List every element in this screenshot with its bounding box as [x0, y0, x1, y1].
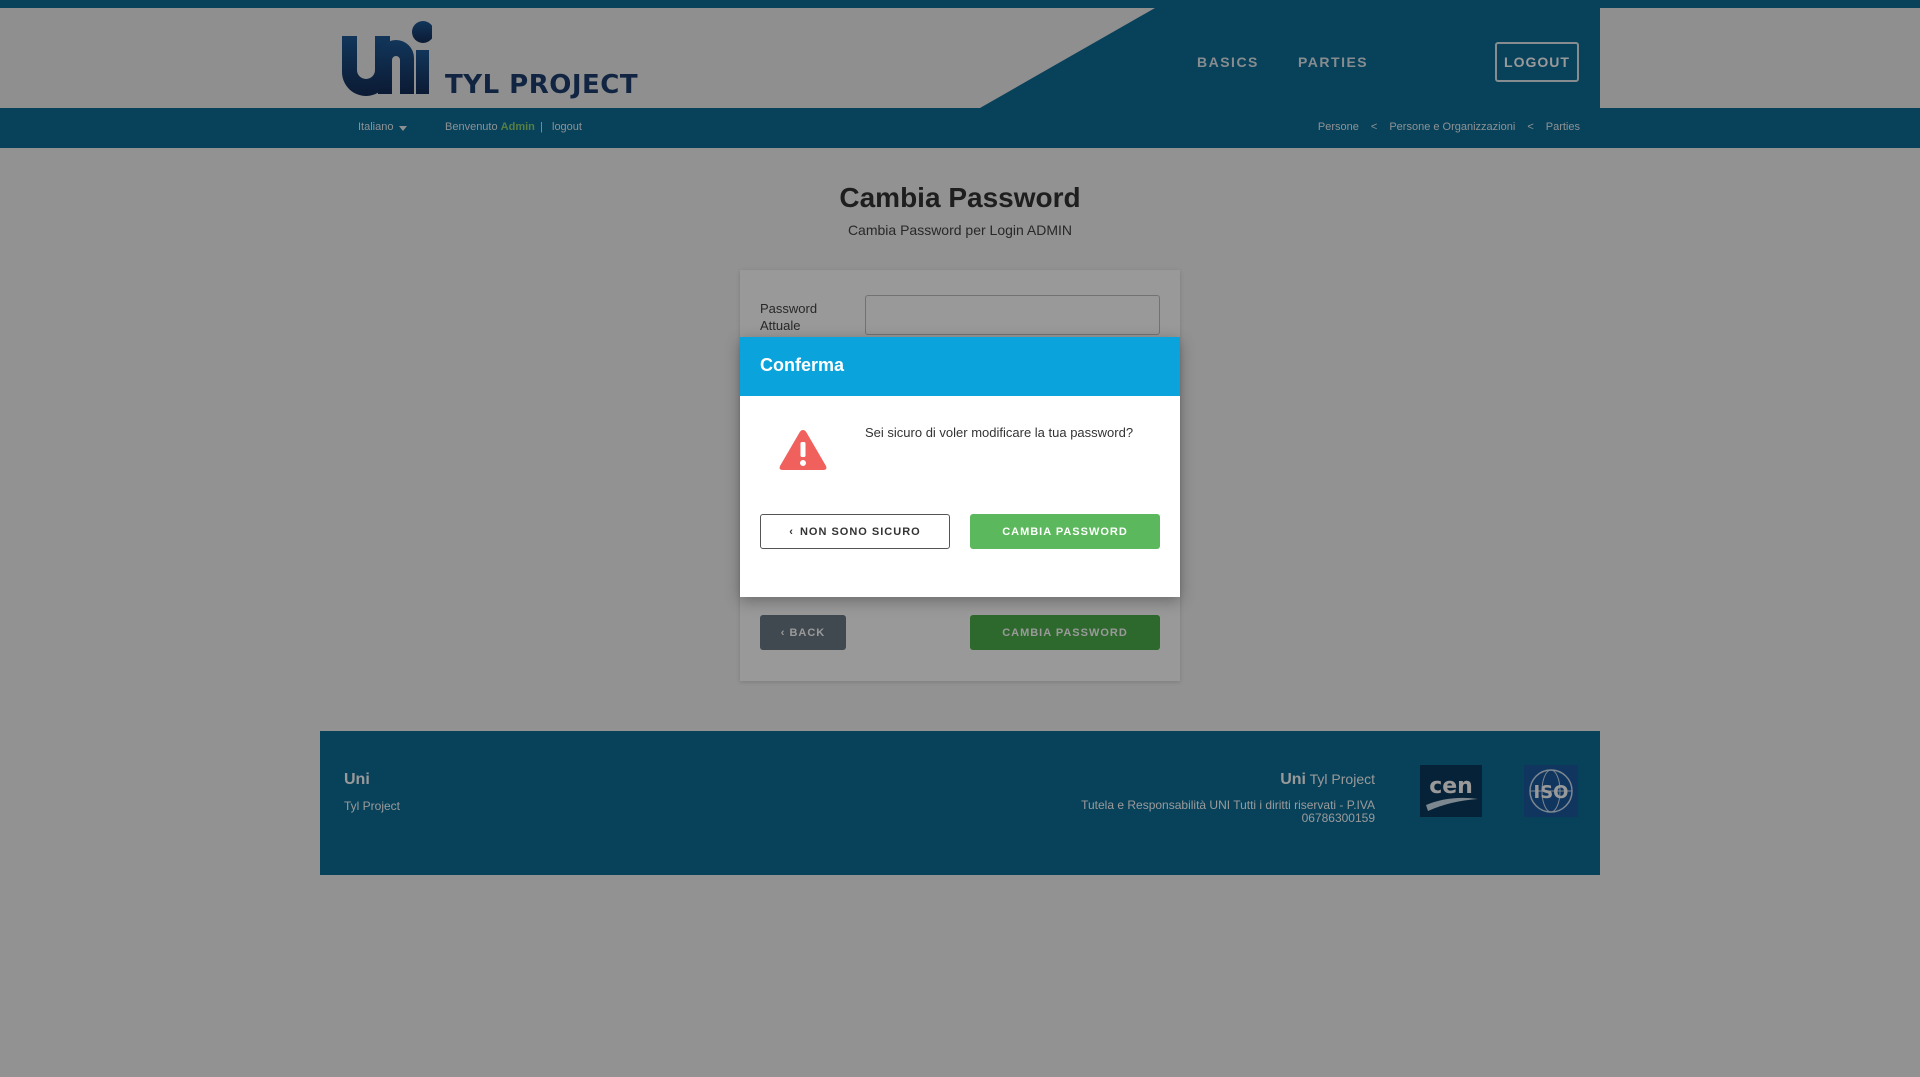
confirm-change-password-button[interactable]: CAMBIA PASSWORD — [970, 514, 1160, 549]
dialog-message: Sei sicuro di voler modificare la tua pa… — [865, 425, 1134, 440]
dialog-title: Conferma — [760, 355, 845, 375]
confirm-dialog: Conferma Sei sicuro di voler modificare … — [740, 337, 1180, 597]
chevron-left-icon: ‹ — [789, 525, 794, 538]
cancel-label: NON SONO SICURO — [799, 525, 921, 538]
dialog-header: Conferma — [740, 337, 1180, 396]
warning-icon — [779, 430, 827, 470]
cancel-button[interactable]: ‹ NON SONO SICURO — [760, 514, 950, 549]
